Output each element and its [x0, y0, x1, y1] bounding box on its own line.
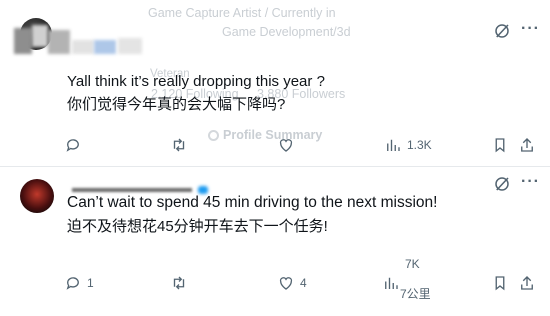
post-text: Can’t wait to spend 45 min driving to th…	[67, 194, 438, 211]
reply-button[interactable]	[64, 134, 82, 156]
bookmark-button[interactable]	[491, 272, 509, 294]
bookmark-icon	[495, 138, 505, 153]
bookmark-button[interactable]	[491, 134, 509, 156]
like-button[interactable]	[277, 134, 295, 156]
retweet-button[interactable]	[170, 272, 188, 294]
more-icon[interactable]: ···	[521, 20, 540, 38]
bookmark-icon	[495, 276, 505, 291]
like-count: 4	[300, 276, 307, 290]
blurred-badge	[94, 40, 116, 54]
overlay-bio-line-1: Game Capture Artist / Currently in	[148, 6, 336, 20]
reply-count: 1	[87, 276, 94, 290]
action-bar: 1.3K	[0, 134, 550, 156]
reply-icon	[66, 277, 79, 290]
share-button[interactable]	[518, 272, 536, 294]
reply-icon	[66, 139, 79, 152]
post-text: Yall think it’s really dropping this yea…	[67, 73, 325, 90]
post-translation: 迫不及待想花45分钟开车去下一个任务!	[67, 218, 328, 235]
views-button[interactable]: 1.3K	[384, 134, 432, 156]
more-icon[interactable]: ···	[521, 173, 540, 191]
post-1[interactable]: Game Capture Artist / Currently in Game …	[0, 0, 550, 167]
post-2[interactable]: ··· Can’t wait to spend 45 min driving t…	[0, 167, 550, 316]
like-button[interactable]: 4	[277, 272, 307, 294]
retweet-icon	[173, 138, 185, 152]
grok-icon[interactable]	[493, 175, 511, 193]
blurred-handle	[118, 38, 142, 54]
blurred-username	[14, 28, 32, 54]
grok-icon[interactable]	[493, 22, 511, 40]
post-translation: 你们觉得今年真的会大幅下降吗?	[67, 96, 286, 113]
views-button[interactable]	[382, 272, 400, 294]
views-icon	[385, 277, 398, 289]
blurred-username	[72, 188, 192, 192]
blurred-username	[48, 30, 70, 54]
like-icon	[279, 277, 293, 290]
overlay-bio-line-2: Game Development/3d	[222, 25, 351, 39]
views-icon	[387, 139, 400, 151]
share-button[interactable]	[518, 134, 536, 156]
avatar[interactable]	[20, 179, 54, 213]
retweet-button[interactable]	[170, 134, 188, 156]
share-icon	[521, 138, 533, 152]
retweet-icon	[173, 276, 185, 290]
views-count: 7K	[405, 257, 420, 271]
reply-button[interactable]: 1	[64, 272, 94, 294]
share-icon	[521, 276, 533, 290]
like-icon	[279, 139, 293, 152]
blurred-username	[72, 40, 94, 54]
action-bar: 1 4 7K 7公里	[0, 257, 550, 301]
views-count: 1.3K	[407, 138, 432, 152]
blurred-username	[32, 25, 48, 47]
views-count-translated: 7公里	[400, 287, 431, 301]
